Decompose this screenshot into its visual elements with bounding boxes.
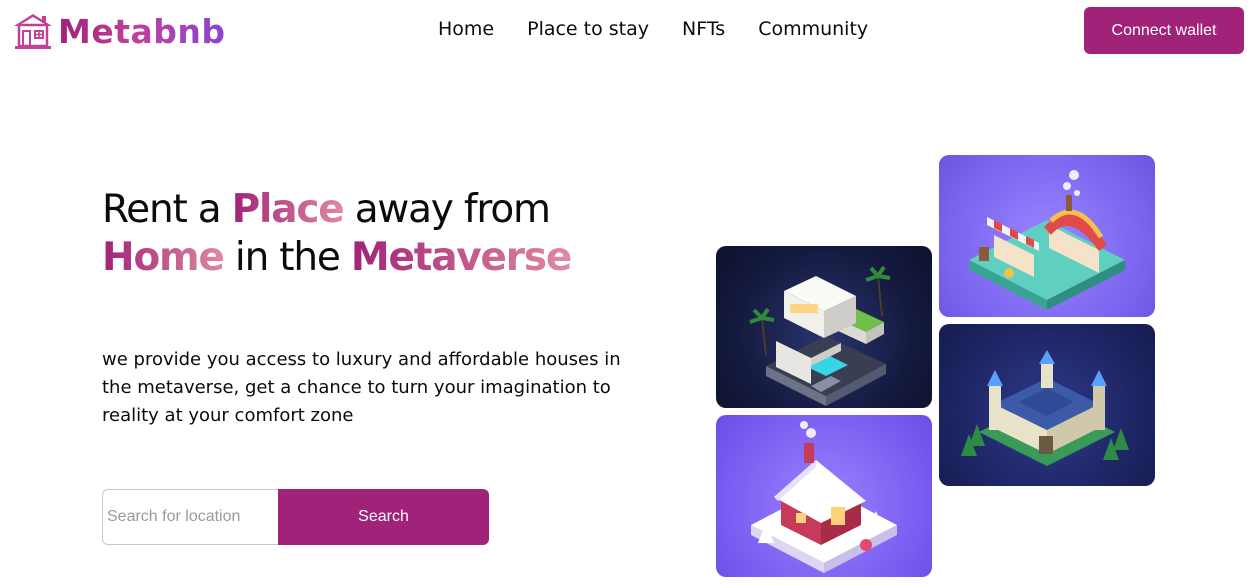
house-icon [14,14,52,49]
search-input[interactable] [102,489,278,545]
nav-home[interactable]: Home [438,16,494,42]
connect-wallet-button[interactable]: Connect wallet [1084,7,1244,54]
title-accent-metaverse: Metaverse [350,235,572,280]
hero-description: we provide you access to luxury and affo… [102,349,621,426]
snowy-cottage-image [716,415,932,577]
title-text: in the [223,235,351,280]
market-stall-image [939,155,1155,317]
modern-villa-image [716,246,932,408]
title-text: Rent a [102,187,232,232]
main-nav: Home Place to stay NFTs Community [438,16,901,42]
nav-nfts[interactable]: NFTs [682,16,725,42]
search-bar: Search [102,489,489,545]
title-text: away from [343,187,551,232]
hero-title: Rent a Place away from Home in the Metav… [102,186,662,282]
nav-place-to-stay[interactable]: Place to stay [527,16,649,42]
brand-logo[interactable]: Metabnb [12,10,226,52]
title-accent-home: Home [102,235,225,280]
title-accent-place: Place [231,187,345,232]
search-button[interactable]: Search [278,489,489,545]
castle-image [939,324,1155,486]
nav-community[interactable]: Community [758,16,868,42]
brand-name: Metabnb [58,11,226,51]
